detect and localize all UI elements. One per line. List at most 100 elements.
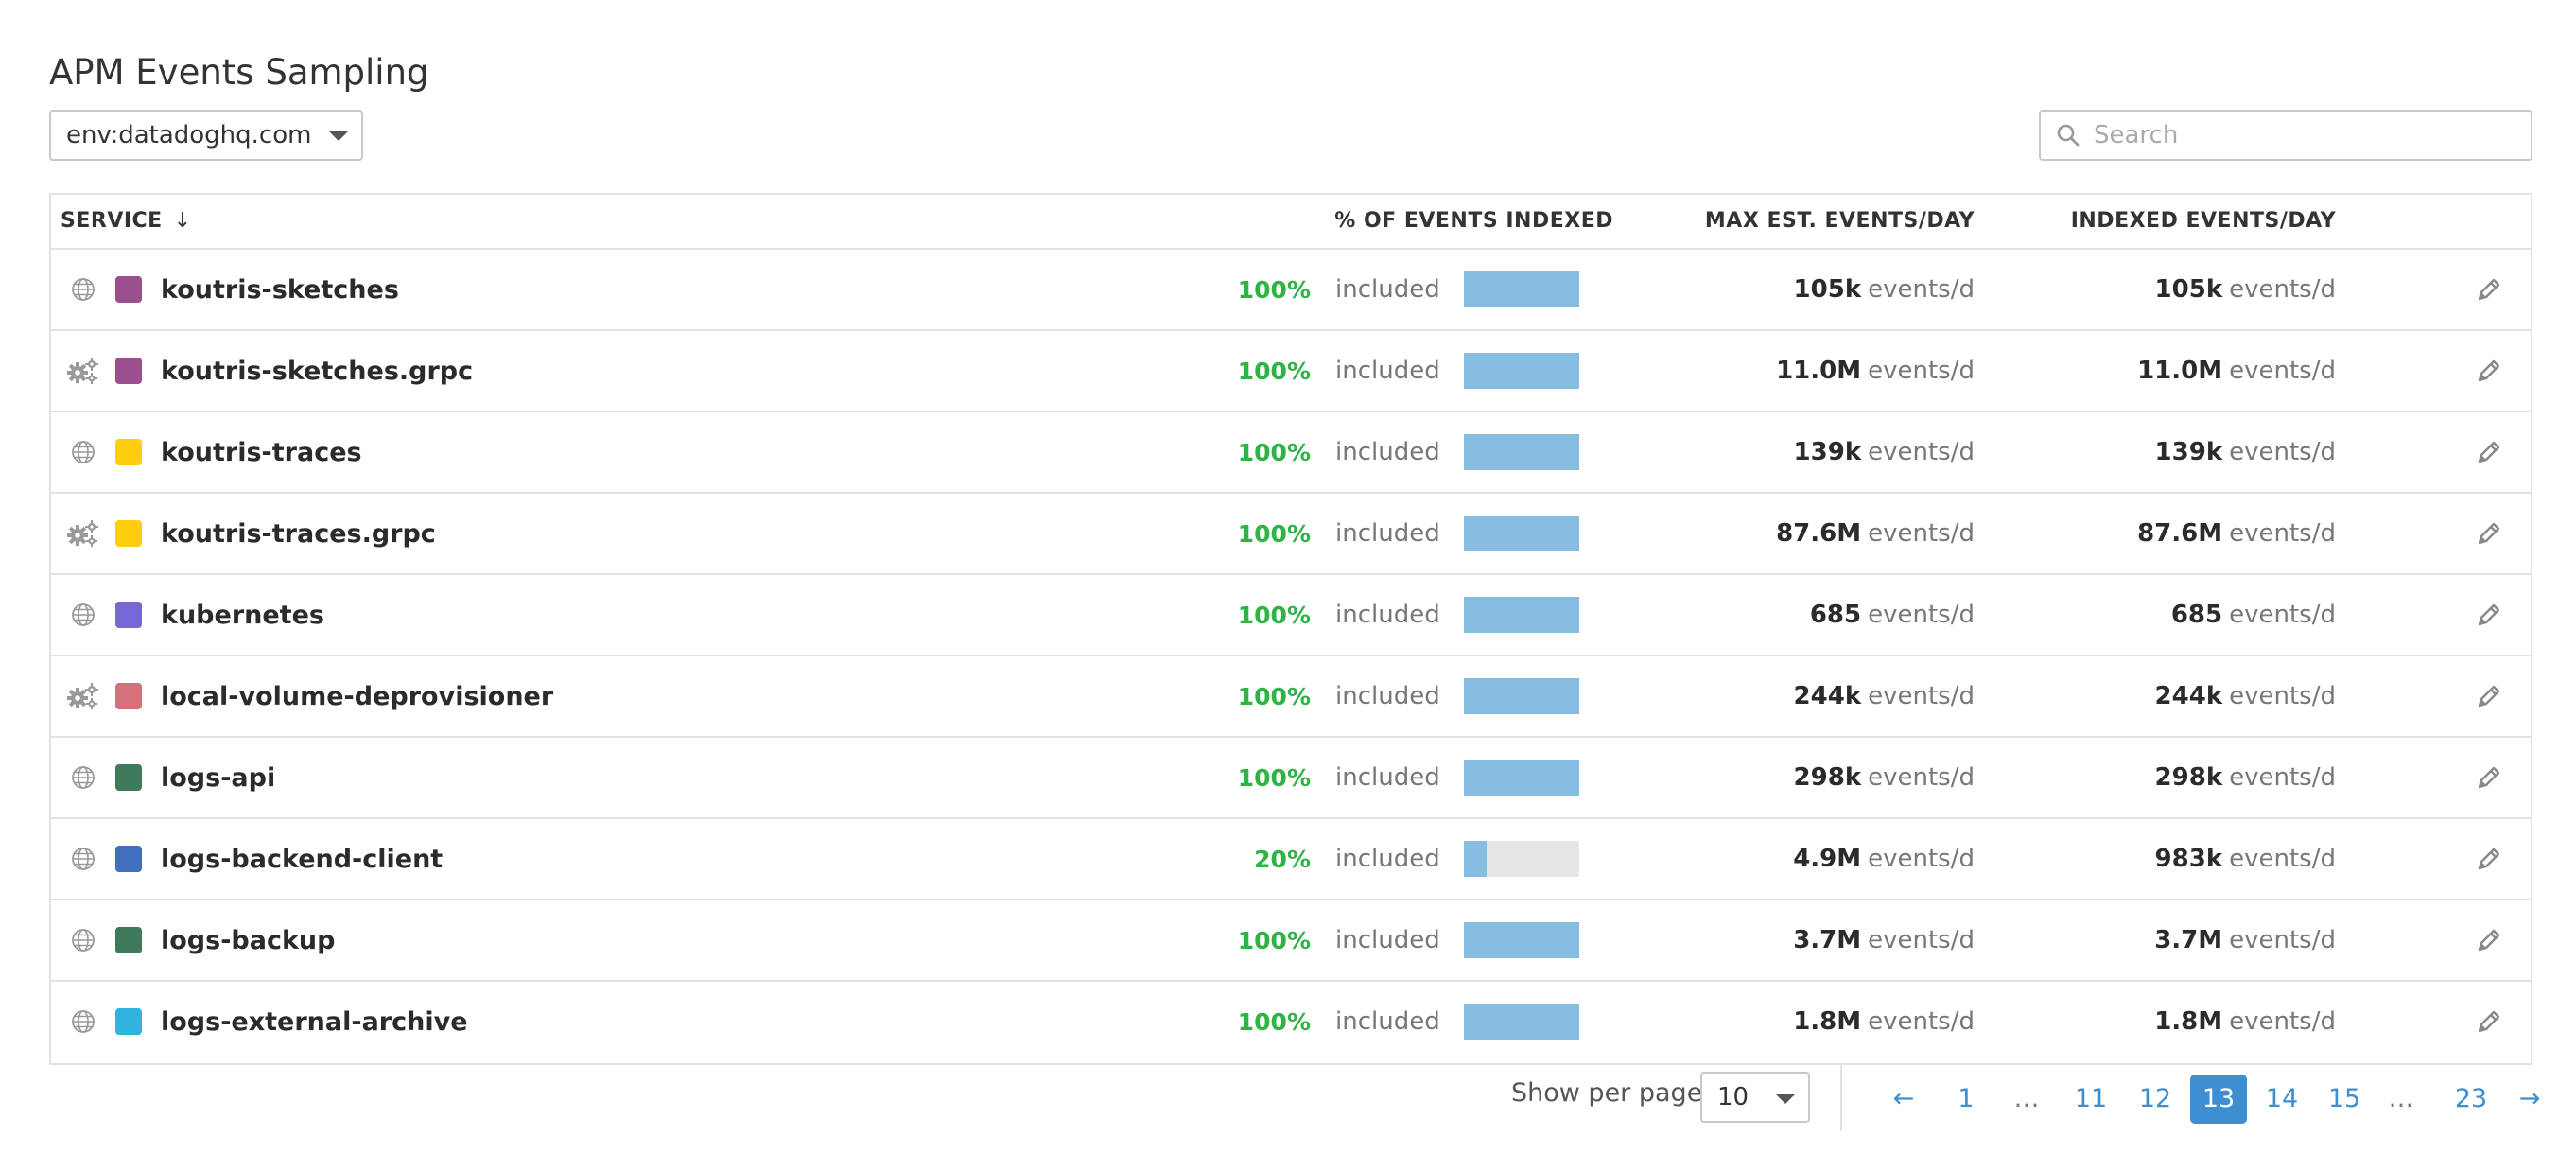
gears-icon [66,331,100,411]
page-link-13[interactable]: 13 [2190,1075,2247,1124]
column-header-max-events[interactable]: MAX EST. EVENTS/DAY [1705,195,1975,248]
max-events-number: 139k [1793,438,1862,466]
per-page-select[interactable]: 10 [1700,1072,1810,1123]
edit-pencil-icon[interactable] [2470,250,2508,329]
edit-pencil-icon[interactable] [2470,412,2508,492]
edit-pencil-icon[interactable] [2470,982,2508,1061]
table-row[interactable]: logs-external-archive 100% included 1.8M… [51,982,2531,1063]
included-label: included [1335,763,1440,792]
env-filter-select[interactable]: env:datadoghq.com [49,110,363,161]
max-events-number: 87.6M [1776,519,1862,548]
edit-pencil-icon[interactable] [2470,575,2508,655]
page-link-23[interactable]: 23 [2444,1075,2498,1124]
pct-indexed-value: 100% [1237,438,1311,466]
indexed-events-unit: events/d [2229,682,2336,710]
max-events-unit: events/d [1868,438,1975,466]
edit-pencil-icon[interactable] [2470,738,2508,817]
pct-indexed-value: 100% [1237,275,1311,304]
pct-indexed-bar-fill [1464,516,1579,551]
edit-pencil-icon[interactable] [2470,494,2508,573]
service-name[interactable]: logs-backup [161,900,335,980]
indexed-events-value: 3.7M events/d [2154,900,2336,980]
table-row[interactable]: koutris-traces.grpc 100% included 87.6M e… [51,494,2531,575]
max-events-value: 298k events/d [1794,738,1975,817]
pct-indexed-bar-fill [1464,1004,1579,1040]
indexed-events-value: 298k events/d [2155,738,2336,817]
included-label: included [1335,1007,1440,1036]
search-input[interactable] [2092,120,2512,150]
globe-icon [66,738,100,817]
page-link-11[interactable]: 11 [2063,1075,2118,1124]
service-name[interactable]: logs-backend-client [161,819,443,899]
max-events-value: 1.8M events/d [1793,982,1975,1061]
indexed-events-unit: events/d [2229,1007,2336,1036]
table-row[interactable]: koutris-sketches 100% included 105k event… [51,250,2531,331]
table-row[interactable]: logs-api 100% included 298k events/d 298k… [51,738,2531,819]
service-name[interactable]: koutris-traces [161,412,362,492]
service-color-swatch [115,358,142,384]
edit-pencil-icon[interactable] [2470,819,2508,899]
indexed-events-value: 87.6M events/d [2137,494,2336,573]
next-page-arrow-icon[interactable]: → [2508,1075,2551,1124]
service-name[interactable]: logs-external-archive [161,982,468,1061]
service-name[interactable]: koutris-traces.grpc [161,494,436,573]
service-name[interactable]: koutris-sketches.grpc [161,331,473,411]
max-events-unit: events/d [1868,926,1975,954]
column-header-service[interactable]: SERVICE ↓ [61,195,192,248]
included-label: included [1335,275,1440,304]
max-events-unit: events/d [1868,519,1975,548]
indexed-events-unit: events/d [2229,926,2336,954]
page-link-14[interactable]: 14 [2254,1075,2309,1124]
service-name[interactable]: logs-api [161,738,275,817]
prev-page-arrow-icon[interactable]: ← [1882,1075,1925,1124]
page-link-15[interactable]: 15 [2317,1075,2372,1124]
search-box[interactable] [2039,110,2532,161]
table-row[interactable]: kubernetes 100% included 685 events/d 685… [51,575,2531,656]
indexed-events-unit: events/d [2229,519,2336,548]
service-color-swatch [115,927,142,953]
table-row[interactable]: logs-backup 100% included 3.7M events/d 3… [51,900,2531,982]
pct-indexed-value: 100% [1237,601,1311,629]
max-events-value: 685 events/d [1810,575,1975,655]
pct-indexed-bar [1464,516,1579,551]
globe-icon [66,900,100,980]
globe-icon [66,982,100,1061]
indexed-events-number: 685 [2170,601,2223,629]
indexed-events-number: 139k [2154,438,2223,466]
max-events-unit: events/d [1868,763,1975,792]
max-events-unit: events/d [1868,601,1975,629]
service-color-swatch [115,1008,142,1035]
table-row[interactable]: koutris-traces 100% included 139k events/… [51,412,2531,494]
indexed-events-unit: events/d [2229,357,2336,385]
max-events-value: 105k events/d [1794,250,1975,329]
indexed-events-number: 244k [2154,682,2223,710]
pct-indexed-bar-fill [1464,678,1579,714]
column-header-pct-indexed[interactable]: % OF EVENTS INDEXED [1334,195,1613,248]
max-events-unit: events/d [1868,357,1975,385]
service-name[interactable]: local-volume-deprovisioner [161,656,553,736]
indexed-events-value: 685 events/d [2171,575,2336,655]
service-color-swatch [115,276,142,303]
service-name[interactable]: kubernetes [161,575,324,655]
pct-indexed-bar [1464,678,1579,714]
max-events-number: 4.9M [1793,845,1862,873]
max-events-value: 11.0M events/d [1776,331,1975,411]
max-events-number: 105k [1793,275,1862,304]
edit-pencil-icon[interactable] [2470,331,2508,411]
max-events-value: 139k events/d [1794,412,1975,492]
edit-pencil-icon[interactable] [2470,900,2508,980]
service-name[interactable]: koutris-sketches [161,250,399,329]
page-link-12[interactable]: 12 [2128,1075,2183,1124]
globe-icon [66,575,100,655]
edit-pencil-icon[interactable] [2470,656,2508,736]
page-link-1[interactable]: 1 [1944,1075,1988,1124]
table-row[interactable]: logs-backend-client 20% included 4.9M eve… [51,819,2531,900]
column-header-indexed-events[interactable]: INDEXED EVENTS/DAY [2071,195,2336,248]
pct-indexed-value: 100% [1237,357,1311,385]
table-row[interactable]: koutris-sketches.grpc 100% included 11.0… [51,331,2531,412]
pct-indexed-bar [1464,841,1579,877]
per-page-value: 10 [1717,1083,1749,1111]
indexed-events-unit: events/d [2229,438,2336,466]
table-row[interactable]: local-volume-deprovisioner 100% included… [51,656,2531,738]
indexed-events-number: 298k [2154,763,2223,792]
